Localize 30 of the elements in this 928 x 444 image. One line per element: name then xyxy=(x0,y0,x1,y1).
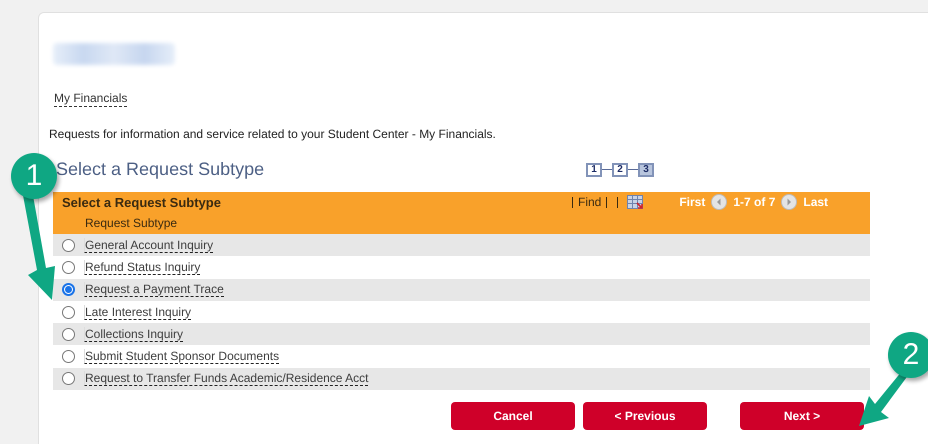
subtype-link[interactable]: Request a Payment Trace xyxy=(84,282,224,298)
step-indicator[interactable]: 1 xyxy=(586,162,602,176)
subtype-link[interactable]: Late Interest Inquiry xyxy=(84,304,192,320)
radio-button[interactable] xyxy=(62,260,75,274)
subtype-link[interactable]: Collections Inquiry xyxy=(84,326,184,342)
radio-button[interactable] xyxy=(62,306,75,319)
radio-button[interactable] xyxy=(62,350,75,364)
subtype-link[interactable]: Submit Student Sponsor Documents xyxy=(84,349,280,364)
previous-icon[interactable] xyxy=(711,194,728,210)
previous-button[interactable]: < Previous xyxy=(583,402,707,430)
step-indicator[interactable]: 3 xyxy=(638,162,654,176)
find-link[interactable]: Find xyxy=(578,195,602,209)
grid-title: Select a Request Subtype xyxy=(62,194,222,210)
radio-button[interactable] xyxy=(62,283,75,296)
spreadsheet-icon[interactable] xyxy=(627,195,644,209)
column-header: Request Subtype xyxy=(85,216,178,230)
next-icon[interactable] xyxy=(781,194,798,210)
subtype-link[interactable]: Refund Status Inquiry xyxy=(84,260,200,275)
page-range: 1-7 of 7 xyxy=(733,195,776,209)
radio-button[interactable] xyxy=(62,328,75,341)
breadcrumb-link[interactable]: My Financials xyxy=(54,91,128,107)
description-text: Requests for information and service related to your Student Center - My Financials. xyxy=(49,127,497,141)
radio-button[interactable] xyxy=(62,372,75,386)
page-heading: Select a Request Subtype xyxy=(56,159,266,180)
callout-badge: 1 xyxy=(11,153,57,199)
radio-button[interactable] xyxy=(62,238,75,252)
subtype-link[interactable]: General Account Inquiry xyxy=(84,238,214,253)
step-indicator[interactable]: 2 xyxy=(612,162,628,176)
next-button[interactable]: Next > xyxy=(740,402,864,430)
cancel-button[interactable]: Cancel xyxy=(451,402,575,430)
